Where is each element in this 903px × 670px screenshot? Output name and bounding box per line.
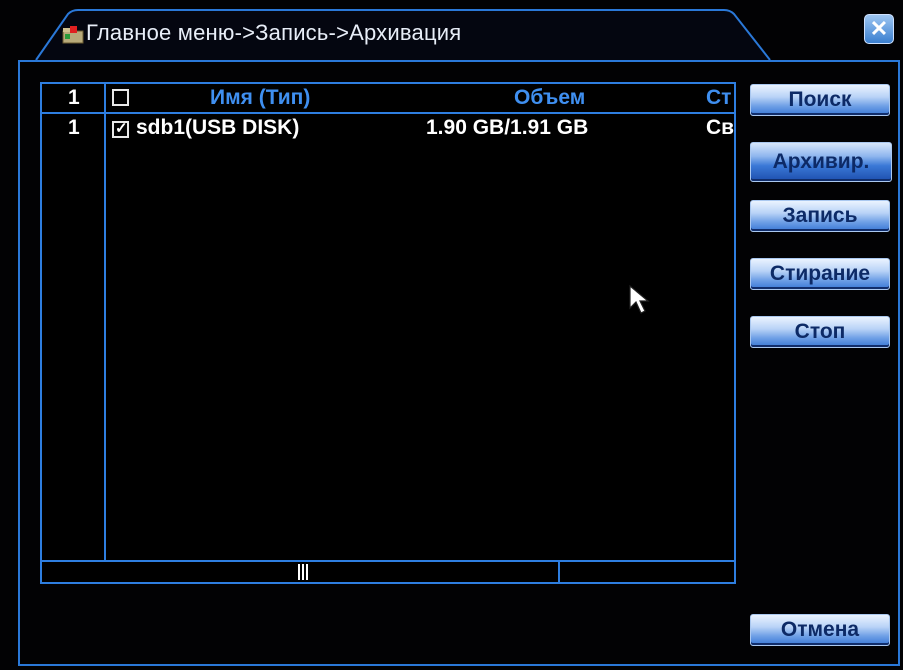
header-divider [42,112,734,114]
device-table: 1 Имя (Тип) Объем Ст 1 sdb1(USB DISK) 1.… [40,82,736,584]
header-name[interactable]: Имя (Тип) [210,86,310,110]
cancel-button[interactable]: Отмена [750,614,890,646]
search-button[interactable]: Поиск [750,84,890,116]
scrollbar-thumb-edge [558,562,560,582]
column-divider [104,84,106,560]
archive-button[interactable]: Архивир. [750,142,892,182]
header-index: 1 [68,86,80,109]
close-icon[interactable]: ✕ [864,14,894,44]
frame-left [18,60,20,666]
mouse-cursor-icon [628,284,650,316]
stop-button[interactable]: Стоп [750,316,890,348]
row-index: 1 [68,116,80,139]
folder-icon [62,26,84,44]
record-button[interactable]: Запись [750,200,890,232]
row-name: sdb1(USB DISK) [136,116,300,139]
select-all-checkbox[interactable] [112,89,129,106]
horizontal-scrollbar[interactable] [42,560,734,582]
row-checkbox[interactable] [112,119,129,138]
window-title: Главное меню->Запись->Архивация [86,20,462,45]
header-status[interactable]: Ст [706,86,731,110]
archive-window: Главное меню->Запись->Архивация ✕ 1 Имя … [0,0,903,670]
frame-bottom [18,664,900,666]
scrollbar-grip-icon[interactable] [298,564,310,580]
row-size: 1.90 GB/1.91 GB [426,116,589,139]
row-status: Св [706,116,735,139]
erase-button[interactable]: Стирание [750,258,890,290]
header-size[interactable]: Объем [514,86,585,110]
frame-right [898,60,900,666]
